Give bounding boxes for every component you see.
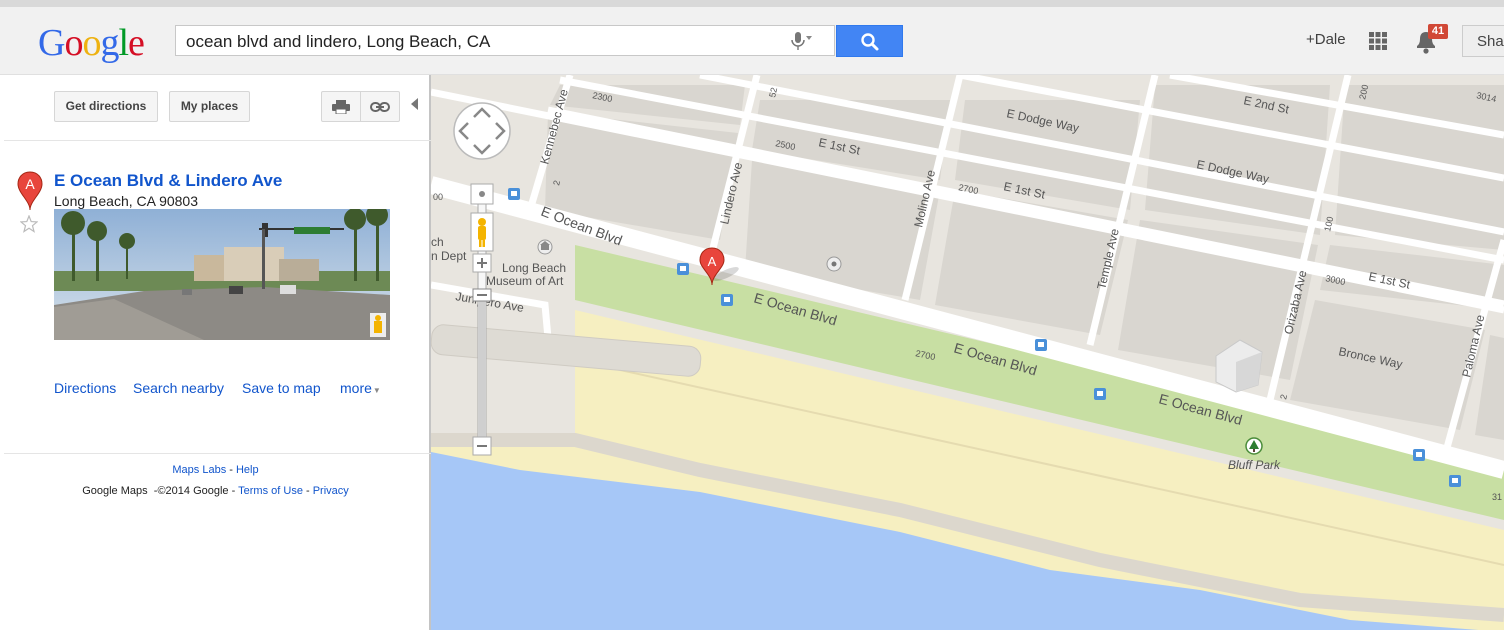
- bus-stop-icon[interactable]: [1449, 475, 1461, 487]
- google-header-bar: Google +Dale 41 Sha: [0, 7, 1504, 75]
- zoom-out-button[interactable]: [472, 436, 492, 456]
- map-label: ch: [431, 235, 444, 249]
- map-canvas[interactable]: E Ocean Blvd E Ocean Blvd E Ocean Blvd E…: [431, 75, 1504, 630]
- bus-stop-icon[interactable]: [1413, 449, 1425, 461]
- share-button[interactable]: Sha: [1462, 25, 1504, 57]
- save-to-map-link[interactable]: Save to map: [242, 380, 321, 396]
- user-profile-link[interactable]: +Dale: [1306, 31, 1346, 48]
- logo-letter: G: [38, 22, 65, 64]
- share-button-label: Sha: [1477, 33, 1504, 50]
- chevron-down-icon: ▼: [372, 386, 381, 395]
- divider: [4, 140, 431, 141]
- google-maps-text: Google Maps: [82, 485, 148, 497]
- more-link-label: more: [340, 380, 372, 396]
- logo-letter: e: [128, 22, 145, 64]
- place-dot-icon[interactable]: [826, 256, 842, 272]
- logo-letter: o: [82, 22, 101, 64]
- more-menu[interactable]: more▼: [340, 380, 381, 396]
- link-button[interactable]: [360, 91, 400, 122]
- terms-link[interactable]: Terms of Use: [238, 485, 303, 497]
- poi-label: Museum of Art: [486, 274, 564, 288]
- logo-letter: o: [64, 22, 83, 64]
- footer-links-top: Maps Labs - Help: [172, 464, 259, 476]
- zoom-handle[interactable]: [472, 288, 492, 302]
- printer-icon: [332, 99, 350, 115]
- reset-view-button[interactable]: [470, 183, 494, 205]
- logo-letter: l: [118, 22, 129, 64]
- pegman-icon[interactable]: [470, 212, 494, 252]
- bus-stop-icon[interactable]: [508, 188, 520, 200]
- bus-stop-icon[interactable]: [721, 294, 733, 306]
- search-input[interactable]: [184, 26, 778, 57]
- bus-stop-icon[interactable]: [677, 263, 689, 275]
- zoom-in-button[interactable]: [472, 253, 492, 273]
- link-icon: [370, 101, 390, 112]
- my-places-button[interactable]: My places: [169, 91, 250, 122]
- bus-stop-icon[interactable]: [1035, 339, 1047, 351]
- address-number: 00: [433, 192, 443, 202]
- search-nearby-link[interactable]: Search nearby: [133, 380, 224, 396]
- marker-a-icon[interactable]: A: [17, 171, 43, 211]
- directions-link[interactable]: Directions: [54, 380, 116, 396]
- maps-labs-link[interactable]: Maps Labs: [172, 464, 226, 476]
- park-tree-icon[interactable]: [1245, 437, 1263, 455]
- svg-text:A: A: [708, 254, 717, 269]
- poi-label: Bluff Park: [1228, 458, 1281, 472]
- poi-label: Long Beach: [502, 261, 566, 275]
- street-view-thumbnail[interactable]: [54, 209, 390, 340]
- svg-text:A: A: [25, 176, 35, 192]
- privacy-link[interactable]: Privacy: [313, 485, 349, 497]
- microphone-icon[interactable]: [788, 30, 812, 52]
- left-panel: Get directions My places A E Ocean Blvd …: [0, 75, 431, 630]
- place-address: Long Beach, CA 90803: [54, 193, 199, 209]
- apps-grid-icon[interactable]: [1368, 31, 1388, 51]
- logo-letter: g: [100, 22, 119, 64]
- my-places-label: My places: [180, 99, 239, 113]
- search-icon: [861, 33, 879, 51]
- search-button[interactable]: [836, 25, 903, 57]
- pan-control[interactable]: [453, 102, 511, 160]
- divider: [4, 453, 431, 454]
- search-box: [175, 25, 835, 57]
- footer-links-bottom: Google Maps -©2014 Google - Terms of Use…: [82, 485, 349, 497]
- star-icon[interactable]: [20, 215, 38, 233]
- print-button[interactable]: [321, 91, 361, 122]
- copyright-text: ©2014 Google: [157, 485, 229, 497]
- google-logo[interactable]: Google: [38, 21, 145, 65]
- collapse-panel-arrow-icon[interactable]: [411, 98, 418, 110]
- bus-stop-icon[interactable]: [1094, 388, 1106, 400]
- address-number: 31: [1492, 492, 1502, 502]
- help-link[interactable]: Help: [236, 464, 259, 476]
- map-label: n Dept: [431, 249, 467, 263]
- place-title-link[interactable]: E Ocean Blvd & Lindero Ave: [54, 171, 282, 191]
- browser-tab-strip: [0, 0, 1504, 7]
- get-directions-label: Get directions: [65, 99, 147, 113]
- get-directions-button[interactable]: Get directions: [54, 91, 158, 122]
- notification-count-badge: 41: [1428, 24, 1448, 39]
- museum-icon[interactable]: [537, 239, 553, 255]
